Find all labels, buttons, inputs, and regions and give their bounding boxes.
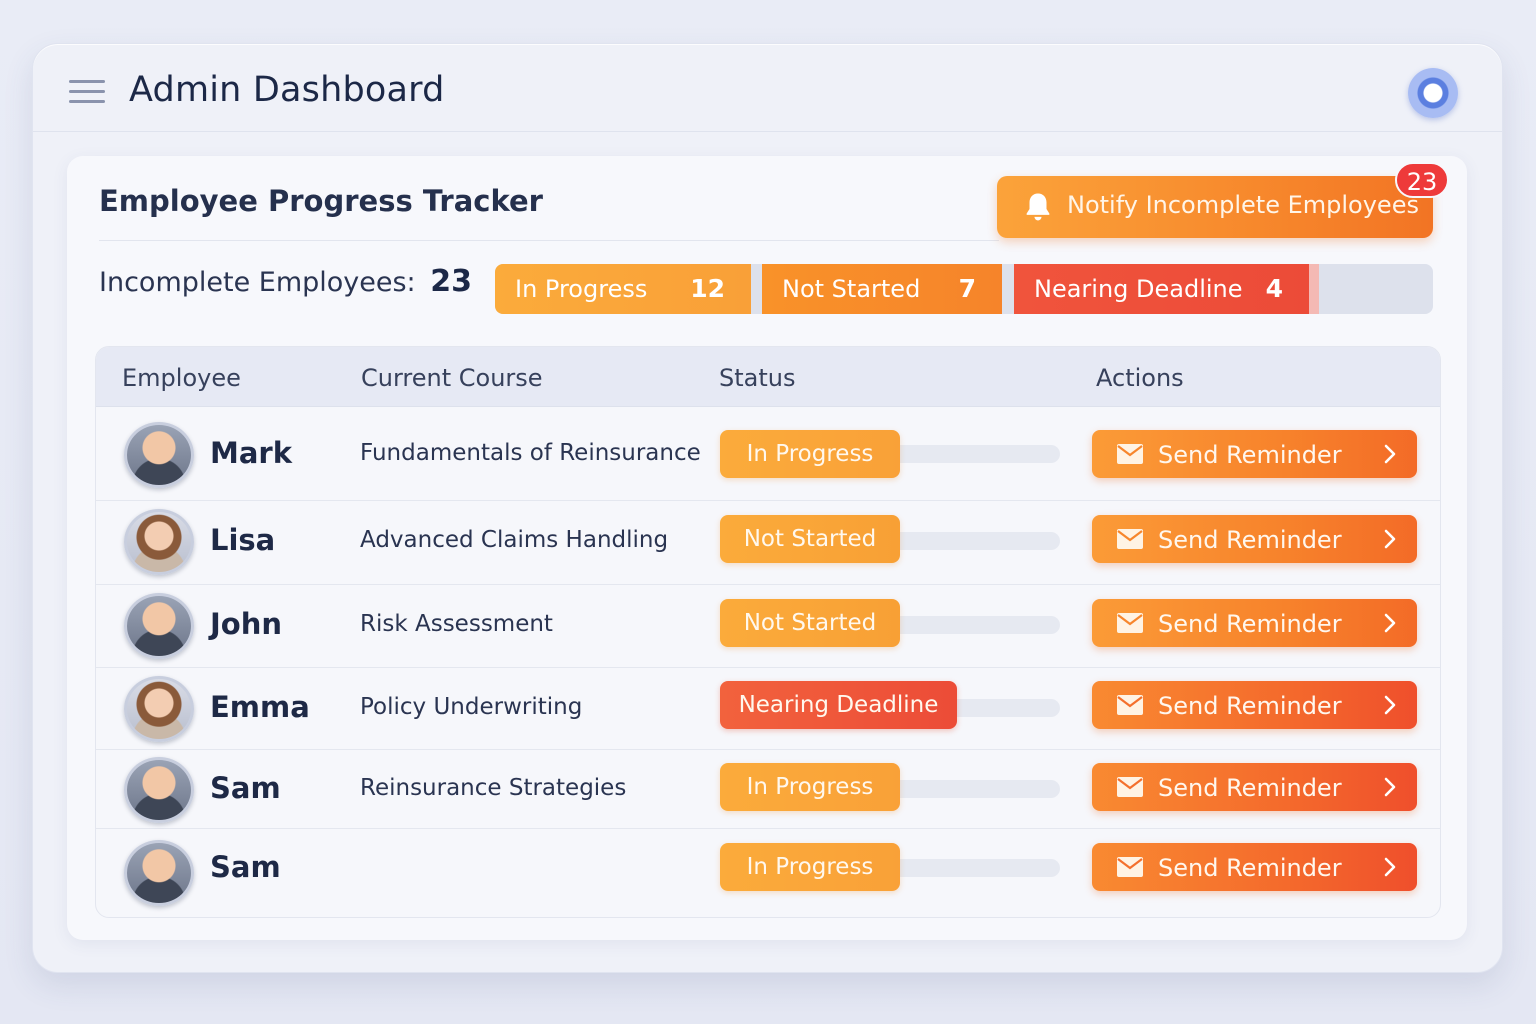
table-row: Mark Fundamentals of Reinsurance In Prog… (96, 408, 1440, 501)
segment-label: Not Started (782, 275, 921, 303)
avatar (124, 676, 194, 742)
table-row: Sam Reinsurance Strategies In Progress S… (96, 750, 1440, 829)
course-name: Policy Underwriting (360, 694, 583, 720)
send-reminder-label: Send Reminder (1158, 692, 1342, 720)
course-name: Risk Assessment (360, 611, 553, 637)
send-reminder-button[interactable]: Send Reminder (1092, 763, 1417, 811)
employee-table: Employee Current Course Status Actions M… (95, 346, 1441, 918)
hamburger-menu-icon[interactable] (69, 80, 105, 104)
send-reminder-button[interactable]: Send Reminder (1092, 515, 1417, 563)
status-badge: Nearing Deadline (720, 681, 957, 729)
employee-name: Emma (210, 690, 310, 724)
app-title: Admin Dashboard (129, 70, 445, 110)
avatar (124, 509, 194, 575)
chevron-right-icon (1384, 613, 1396, 633)
mail-icon (1117, 444, 1143, 464)
column-header-employee: Employee (122, 364, 241, 392)
status-badge: Not Started (720, 599, 900, 647)
segment-count: 7 (958, 274, 976, 303)
top-bar: Admin Dashboard (33, 44, 1502, 132)
send-reminder-button[interactable]: Send Reminder (1092, 843, 1417, 891)
course-name: Advanced Claims Handling (360, 527, 669, 553)
send-reminder-label: Send Reminder (1158, 610, 1342, 638)
send-reminder-button[interactable]: Send Reminder (1092, 681, 1417, 729)
dashboard-window: Admin Dashboard Employee Progress Tracke… (32, 43, 1503, 973)
course-name: Reinsurance Strategies (360, 775, 627, 801)
column-header-actions: Actions (1096, 364, 1184, 392)
incomplete-employees-summary: Incomplete Employees: 23 (99, 264, 472, 299)
status-summary-bar: In Progress 12 Not Started 7 Nearing Dea… (495, 264, 1433, 314)
status-badge: In Progress (720, 763, 900, 811)
mail-icon (1117, 777, 1143, 797)
segment-label: Nearing Deadline (1034, 275, 1243, 303)
course-name: Fundamentals of Reinsurance (360, 440, 701, 466)
chevron-right-icon (1384, 777, 1396, 797)
chevron-right-icon (1384, 529, 1396, 549)
mail-icon (1117, 695, 1143, 715)
table-row: Lisa Advanced Claims Handling Not Starte… (96, 501, 1440, 585)
bell-icon (1026, 193, 1050, 221)
send-reminder-button[interactable]: Send Reminder (1092, 599, 1417, 647)
send-reminder-label: Send Reminder (1158, 854, 1342, 882)
employee-name: John (210, 607, 283, 641)
profile-icon[interactable] (1408, 68, 1458, 118)
mail-icon (1117, 529, 1143, 549)
chevron-right-icon (1384, 695, 1396, 715)
avatar (124, 422, 194, 488)
notify-incomplete-button[interactable]: Notify Incomplete Employees (997, 176, 1433, 238)
progress-tracker-card: Employee Progress Tracker Notify Incompl… (67, 156, 1467, 940)
notify-count-badge: 23 (1395, 162, 1449, 198)
status-badge: In Progress (720, 843, 900, 891)
column-header-status: Status (719, 364, 796, 392)
table-row: Sam In Progress Send Reminder (96, 829, 1440, 917)
chevron-right-icon (1384, 857, 1396, 877)
segment-count: 12 (690, 274, 725, 303)
segment-label: In Progress (515, 275, 648, 303)
summary-segment-in-progress: In Progress 12 (495, 264, 751, 314)
employee-name: Sam (210, 771, 281, 805)
send-reminder-button[interactable]: Send Reminder (1092, 430, 1417, 478)
summary-segment-remainder (1309, 264, 1319, 314)
chevron-right-icon (1384, 444, 1396, 464)
mail-icon (1117, 857, 1143, 877)
table-header: Employee Current Course Status Actions (96, 347, 1440, 407)
divider (99, 240, 999, 241)
table-row: John Risk Assessment Not Started Send Re… (96, 585, 1440, 668)
notify-button-label: Notify Incomplete Employees (1067, 191, 1419, 219)
send-reminder-label: Send Reminder (1158, 441, 1342, 469)
mail-icon (1117, 613, 1143, 633)
avatar (124, 593, 194, 659)
employee-name: Mark (210, 436, 293, 470)
send-reminder-label: Send Reminder (1158, 774, 1342, 802)
incomplete-count: 23 (430, 264, 473, 299)
card-title: Employee Progress Tracker (99, 184, 543, 218)
avatar (124, 757, 194, 823)
summary-segment-nearing-deadline: Nearing Deadline 4 (1014, 264, 1309, 314)
incomplete-label: Incomplete Employees: (99, 267, 416, 298)
send-reminder-label: Send Reminder (1158, 526, 1342, 554)
employee-name: Sam (210, 850, 281, 884)
table-row: Emma Policy Underwriting Nearing Deadlin… (96, 668, 1440, 750)
employee-name: Lisa (210, 523, 276, 557)
status-badge: In Progress (720, 430, 900, 478)
status-badge: Not Started (720, 515, 900, 563)
segment-count: 4 (1265, 274, 1283, 303)
avatar (124, 840, 194, 906)
summary-segment-not-started: Not Started 7 (762, 264, 1002, 314)
column-header-course: Current Course (361, 364, 543, 392)
